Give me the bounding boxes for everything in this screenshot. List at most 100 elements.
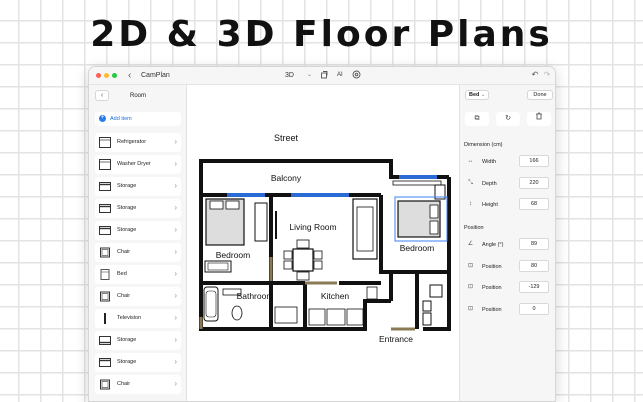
bathroom-label: Bathroom: [237, 291, 274, 301]
trash-icon[interactable]: [527, 112, 551, 126]
storage-icon: [99, 203, 111, 214]
width-label: Width: [482, 159, 497, 165]
position-x-icon: ⊡: [467, 263, 474, 269]
minimize-window-button[interactable]: [104, 73, 109, 78]
title-bar: ‹ CamPlan 3D ⌄ AI ↶ ↷: [89, 67, 555, 85]
washer-dryer-icon: [99, 159, 111, 170]
sidebar-item-bed[interactable]: Bed ›: [95, 265, 181, 284]
sidebar-item-chair[interactable]: Chair ›: [95, 243, 181, 262]
sidebar-item-label: Storage: [117, 183, 137, 189]
sidebar-item-refrigerator[interactable]: Refrigerator ›: [95, 133, 181, 152]
angle-icon: ∠: [467, 241, 474, 247]
bed-icon: [99, 269, 111, 280]
storage-icon: [99, 225, 111, 236]
sidebar-item-storage[interactable]: Storage ›: [95, 353, 181, 372]
height-arrows-icon: ↕: [469, 201, 472, 207]
sidebar-item-label: Storage: [117, 359, 137, 365]
living-room-label: Living Room: [289, 222, 336, 232]
floorplan-drawing: Street Balcony Living Room Bedroom Bedro…: [199, 133, 451, 344]
rotate-object-icon[interactable]: ↻: [496, 112, 520, 126]
sidebar-item-label: Storage: [117, 227, 137, 233]
properties-panel: Bed ⌄ Done ⧉ ↻ Dimension (cm) ↔ Width 16…: [459, 85, 555, 401]
ai-button[interactable]: AI: [337, 72, 343, 78]
bedroom-left-label: Bedroom: [216, 250, 251, 260]
chevron-right-icon: ›: [174, 225, 177, 234]
balcony-label: Balcony: [271, 173, 302, 183]
rotate-icon[interactable]: [319, 70, 329, 80]
entrance-label: Entrance: [379, 334, 413, 344]
width-arrows-icon: ↔: [467, 158, 474, 164]
app-window: ‹ CamPlan 3D ⌄ AI ↶ ↷ ‹ Room + Add item …: [88, 66, 556, 402]
sidebar-item-washer-dryer[interactable]: Washer Dryer ›: [95, 155, 181, 174]
sidebar-title: Room: [129, 93, 146, 99]
object-type-select[interactable]: Bed ⌄: [465, 90, 489, 100]
sidebar-item-chair[interactable]: Chair ›: [95, 375, 181, 394]
headline: 2D & 3D Floor Plans: [90, 14, 553, 55]
position-y-input[interactable]: -129: [519, 281, 549, 293]
position-z-icon: ⊡: [467, 306, 474, 312]
position-z-row: ⊡ Position 0: [460, 303, 555, 316]
object-type-label: Bed: [469, 92, 480, 98]
duplicate-icon[interactable]: ⧉: [465, 112, 489, 126]
height-input[interactable]: 68: [519, 198, 549, 210]
sidebar-item-label: Chair: [117, 381, 131, 387]
chevron-right-icon: ›: [174, 203, 177, 212]
chevron-right-icon: ›: [174, 137, 177, 146]
sidebar-item-television[interactable]: Television ›: [95, 309, 181, 328]
chevron-down-icon: ⌄: [480, 92, 486, 98]
depth-input[interactable]: 220: [519, 177, 549, 189]
storage-icon: [99, 357, 111, 368]
sidebar-item-label: Storage: [117, 337, 137, 343]
settings-icon[interactable]: [351, 70, 361, 80]
sidebar-item-label: Chair: [117, 249, 131, 255]
zoom-window-button[interactable]: [112, 73, 117, 78]
angle-input[interactable]: 89: [519, 238, 549, 250]
chevron-down-icon[interactable]: ⌄: [307, 71, 312, 78]
storage-icon: [99, 181, 111, 192]
plus-icon: +: [99, 115, 106, 122]
floorplan-canvas[interactable]: Street Balcony Living Room Bedroom Bedro…: [187, 85, 459, 401]
chevron-right-icon: ›: [174, 335, 177, 344]
position-x-row: ⊡ Position 80: [460, 260, 555, 273]
angle-row: ∠ Angle (°) 89: [460, 238, 555, 251]
chevron-right-icon: ›: [174, 247, 177, 256]
height-row: ↕ Height 68: [460, 198, 555, 211]
chevron-right-icon: ›: [174, 181, 177, 190]
sidebar-item-storage[interactable]: Storage ›: [95, 177, 181, 196]
chevron-right-icon: ›: [174, 379, 177, 388]
depth-arrows-icon: ⤡: [468, 180, 473, 186]
position-y-label: Position: [482, 285, 502, 291]
sidebar-item-label: Washer Dryer: [117, 161, 151, 167]
height-label: Height: [482, 202, 498, 208]
add-item-label: Add item: [110, 116, 132, 122]
sidebar-item-label: Chair: [117, 293, 131, 299]
angle-label: Angle (°): [482, 242, 504, 248]
depth-label: Depth: [482, 181, 497, 187]
back-chevron-icon[interactable]: ‹: [128, 70, 131, 81]
undo-icon[interactable]: ↶: [530, 70, 540, 80]
done-button[interactable]: Done: [527, 90, 553, 100]
position-z-input[interactable]: 0: [519, 303, 549, 315]
view-mode-select[interactable]: 3D: [285, 72, 294, 79]
position-x-input[interactable]: 80: [519, 260, 549, 272]
close-window-button[interactable]: [96, 73, 101, 78]
sidebar-item-storage[interactable]: Storage ›: [95, 221, 181, 240]
width-input[interactable]: 166: [519, 155, 549, 167]
app-title: CamPlan: [141, 72, 170, 79]
sidebar-item-storage[interactable]: Storage ›: [95, 199, 181, 218]
sidebar-item-label: Television: [117, 315, 142, 321]
dimension-heading: Dimension (cm): [464, 142, 503, 148]
sidebar-item-chair[interactable]: Chair ›: [95, 287, 181, 306]
width-row: ↔ Width 166: [460, 155, 555, 168]
sidebar-item-storage[interactable]: Storage ›: [95, 331, 181, 350]
chevron-right-icon: ›: [174, 313, 177, 322]
chevron-right-icon: ›: [174, 291, 177, 300]
sidebar: ‹ Room + Add item Refrigerator › Washer …: [89, 85, 187, 401]
position-z-label: Position: [482, 307, 502, 313]
add-item-button[interactable]: + Add item: [95, 112, 181, 126]
redo-icon[interactable]: ↷: [542, 70, 552, 80]
storage-icon: [99, 335, 111, 346]
refrigerator-icon: [99, 137, 111, 148]
depth-row: ⤡ Depth 220: [460, 177, 555, 190]
television-icon: [99, 313, 111, 324]
